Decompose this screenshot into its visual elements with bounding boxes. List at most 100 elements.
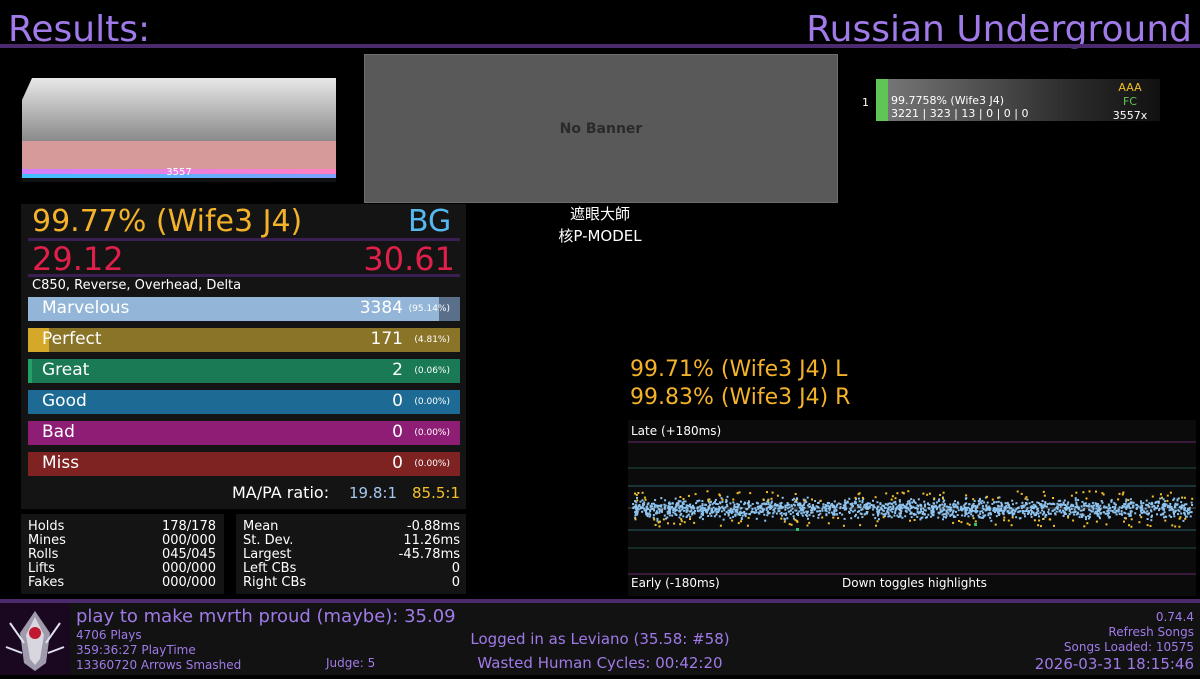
offset-dot-perfect — [721, 498, 724, 501]
offset-dot-marvelous — [945, 516, 947, 519]
refresh-songs-button[interactable]: Refresh Songs — [1108, 625, 1194, 639]
offset-dot-marvelous — [1129, 510, 1132, 513]
offset-dot-marvelous — [1187, 512, 1190, 515]
offset-dot-marvelous — [1144, 507, 1147, 510]
offset-plot[interactable]: Late (+180ms) Early (-180ms) Down toggle… — [628, 420, 1196, 596]
offset-dot-marvelous — [813, 507, 816, 510]
offset-dot-marvelous — [736, 508, 739, 511]
offset-dot-marvelous — [1185, 503, 1188, 506]
offset-dot-marvelous — [1078, 516, 1081, 519]
offset-dot-marvelous — [905, 503, 908, 506]
offset-dot-marvelous — [1028, 502, 1031, 505]
offset-dot-marvelous — [1007, 503, 1010, 506]
offset-dot-perfect — [1130, 525, 1133, 528]
offset-dot-marvelous — [901, 507, 903, 510]
offset-dot-marvelous — [1112, 511, 1115, 514]
offset-dot-marvelous — [801, 504, 804, 507]
offset-dot-marvelous — [690, 506, 693, 509]
offset-dot-perfect — [972, 498, 975, 501]
offset-dot-marvelous — [635, 504, 638, 507]
offset-dot-marvelous — [848, 512, 851, 514]
offset-dot-marvelous — [1030, 505, 1033, 508]
offset-dot-marvelous — [643, 501, 646, 504]
offset-dot-marvelous — [887, 506, 890, 509]
offset-dot-marvelous — [857, 505, 860, 508]
offset-dot-marvelous — [839, 503, 842, 506]
offset-dot-marvelous — [1055, 510, 1058, 513]
offset-dot-marvelous — [769, 507, 772, 510]
offset-dot-marvelous — [1051, 509, 1054, 512]
offset-dot-marvelous — [1000, 508, 1002, 511]
offset-dot-marvelous — [1063, 499, 1066, 502]
offset-dot-marvelous — [743, 501, 746, 504]
offset-dot-marvelous — [923, 513, 926, 516]
offset-dot-great — [796, 528, 799, 531]
judgment-row-marvelous: Marvelous 3384 (95.14%) — [28, 297, 460, 321]
offset-dot-marvelous — [987, 514, 990, 517]
offset-dot-marvelous — [931, 506, 934, 509]
offset-dot-marvelous — [884, 513, 887, 515]
offset-dot-marvelous — [753, 511, 756, 514]
offset-dot-marvelous — [826, 504, 829, 507]
offset-dot-marvelous — [658, 511, 661, 514]
offset-dot-marvelous — [886, 511, 889, 513]
offset-dot-marvelous — [943, 503, 946, 506]
offset-dot-marvelous — [1117, 510, 1120, 513]
stat-value: 000/000 — [161, 561, 216, 576]
offset-dot-marvelous — [949, 508, 951, 511]
offset-dot-perfect — [1011, 516, 1014, 519]
offset-dot-marvelous — [965, 502, 968, 505]
profile-avatar[interactable] — [0, 603, 70, 675]
offset-dot-marvelous — [976, 504, 979, 507]
offset-dot-marvelous — [985, 504, 988, 507]
offset-dot-perfect — [1179, 516, 1182, 519]
offset-dot-perfect — [1191, 497, 1194, 500]
stat-label: Lifts — [28, 561, 56, 576]
offset-dot-marvelous — [1073, 513, 1076, 516]
offset-dot-marvelous — [982, 508, 985, 511]
offset-dot-marvelous — [938, 505, 941, 508]
offset-dot-marvelous — [655, 504, 658, 507]
offset-dot-marvelous — [649, 505, 652, 508]
offset-dot-marvelous — [1018, 517, 1021, 520]
offset-dot-marvelous — [1027, 510, 1030, 513]
offset-dot-marvelous — [997, 511, 1000, 514]
offset-dot-marvelous — [937, 516, 940, 519]
offset-dot-marvelous — [685, 504, 688, 507]
offset-dot-marvelous — [1053, 508, 1056, 511]
offset-dot-marvelous — [715, 513, 718, 516]
offset-dot-marvelous — [729, 502, 732, 505]
offset-dot-marvelous — [668, 507, 671, 510]
offset-dot-marvelous — [851, 502, 854, 505]
offset-dot-marvelous — [928, 507, 931, 510]
offset-dot-marvelous — [952, 505, 955, 508]
offset-dot-marvelous — [702, 509, 705, 512]
offset-dot-marvelous — [674, 506, 677, 509]
offset-dot-marvelous — [821, 507, 824, 510]
offset-dot-marvelous — [1150, 516, 1153, 518]
offset-dot-marvelous — [854, 502, 856, 505]
offset-dot-marvelous — [1153, 508, 1156, 511]
ssr-left: 29.12 — [32, 240, 124, 278]
offset-dot-marvelous — [930, 515, 932, 518]
offset-dot-marvelous — [1120, 506, 1123, 509]
offset-dot-marvelous — [1023, 512, 1026, 515]
offset-dot-marvelous — [701, 503, 704, 506]
offset-dot-marvelous — [796, 497, 798, 500]
offset-dot-marvelous — [828, 502, 831, 505]
offset-dot-marvelous — [858, 500, 861, 503]
offset-dot-marvelous — [1177, 509, 1180, 512]
offset-dot-perfect — [1086, 522, 1089, 525]
offset-dot-marvelous — [887, 515, 890, 518]
offset-dot-marvelous — [800, 512, 803, 515]
offset-dot-perfect — [783, 520, 786, 523]
offset-dot-perfect — [718, 493, 721, 496]
offset-dot-marvelous — [767, 503, 770, 506]
offset-dot-marvelous — [935, 508, 938, 511]
login-status[interactable]: Logged in as Leviano (35.58: #58) — [364, 630, 836, 648]
stat-value: -45.78ms — [398, 547, 460, 562]
offset-dot-marvelous — [721, 506, 724, 509]
offset-dot-marvelous — [886, 504, 889, 506]
offset-dot-marvelous — [806, 512, 809, 515]
offset-dot-marvelous — [1129, 498, 1132, 501]
